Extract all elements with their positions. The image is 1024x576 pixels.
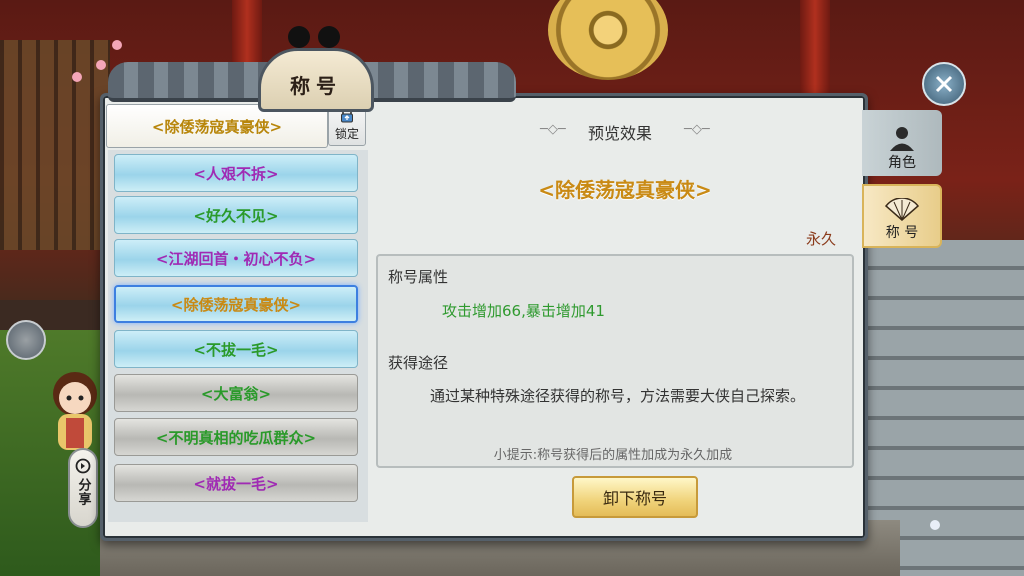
blossom-icon (96, 60, 106, 70)
panel-roof-header: 称号 (108, 48, 516, 112)
list-item[interactable]: <江湖回首・初心不负> (114, 239, 358, 277)
mascot-icon (286, 24, 346, 54)
list-item[interactable]: <好久不见> (114, 196, 358, 234)
lock-label: 锁定 (334, 127, 359, 141)
panel-title: 称号 (290, 74, 342, 98)
list-item[interactable]: <不明真相的吃瓜群众> (114, 418, 358, 456)
title-item-label: <大富翁> (200, 384, 272, 403)
list-item[interactable]: <除倭荡寇真豪侠> (114, 285, 358, 323)
title-item-label: <人艰不拆> (193, 164, 279, 183)
source-description: 通过某种特殊途径获得的称号，方法需要大侠自己探索。 (430, 387, 806, 405)
title-item-label: <不明真相的吃瓜群众> (155, 428, 317, 447)
attribute-heading: 称号属性 (388, 268, 449, 286)
tab-title[interactable]: 称 号 (862, 184, 942, 248)
blossom-icon (930, 520, 940, 530)
list-item[interactable]: <人艰不拆> (114, 154, 358, 192)
unequip-title-button[interactable]: 卸下称号 (572, 476, 698, 518)
title-item-label: <就拔一毛> (193, 474, 279, 493)
skill-round-button[interactable] (6, 320, 46, 360)
share-label: 分享 (75, 478, 91, 506)
attribute-value: 攻击增加66,暴击增加41 (442, 302, 605, 320)
blossom-icon (72, 72, 82, 82)
share-button[interactable]: 分享 (68, 448, 98, 528)
tab-character-label: 角色 (888, 155, 916, 171)
fan-icon (884, 198, 920, 221)
character-icon (890, 127, 914, 151)
preview-heading: 预览效果 (587, 124, 652, 143)
title-item-label: <除倭荡寇真豪侠> (170, 295, 302, 314)
ornament-right-icon: ─◇─ (684, 122, 710, 137)
window-lattice (0, 40, 110, 250)
tab-character[interactable]: 角色 (862, 110, 942, 176)
preview-title-name: <除倭荡寇真豪侠> (538, 178, 712, 202)
tab-title-label: 称 号 (885, 225, 919, 241)
close-button[interactable] (922, 62, 966, 106)
title-item-label: <江湖回首・初心不负> (155, 249, 317, 268)
tip-text: 小提示:称号获得后的属性加成为永久加成 (493, 448, 733, 463)
share-icon (75, 458, 91, 474)
duration-label: 永久 (806, 230, 837, 248)
list-item[interactable]: <不拔一毛> (114, 330, 358, 368)
list-item[interactable]: <大富翁> (114, 374, 358, 412)
title-item-label: <不拔一毛> (193, 340, 279, 359)
list-item[interactable]: <就拔一毛> (114, 464, 358, 502)
title-list[interactable]: <人艰不拆> <好久不见> <江湖回首・初心不负> <除倭荡寇真豪侠> <不拔一… (108, 150, 368, 522)
close-icon (935, 75, 953, 93)
source-heading: 获得途径 (388, 354, 449, 372)
title-item-label: <好久不见> (193, 206, 279, 225)
